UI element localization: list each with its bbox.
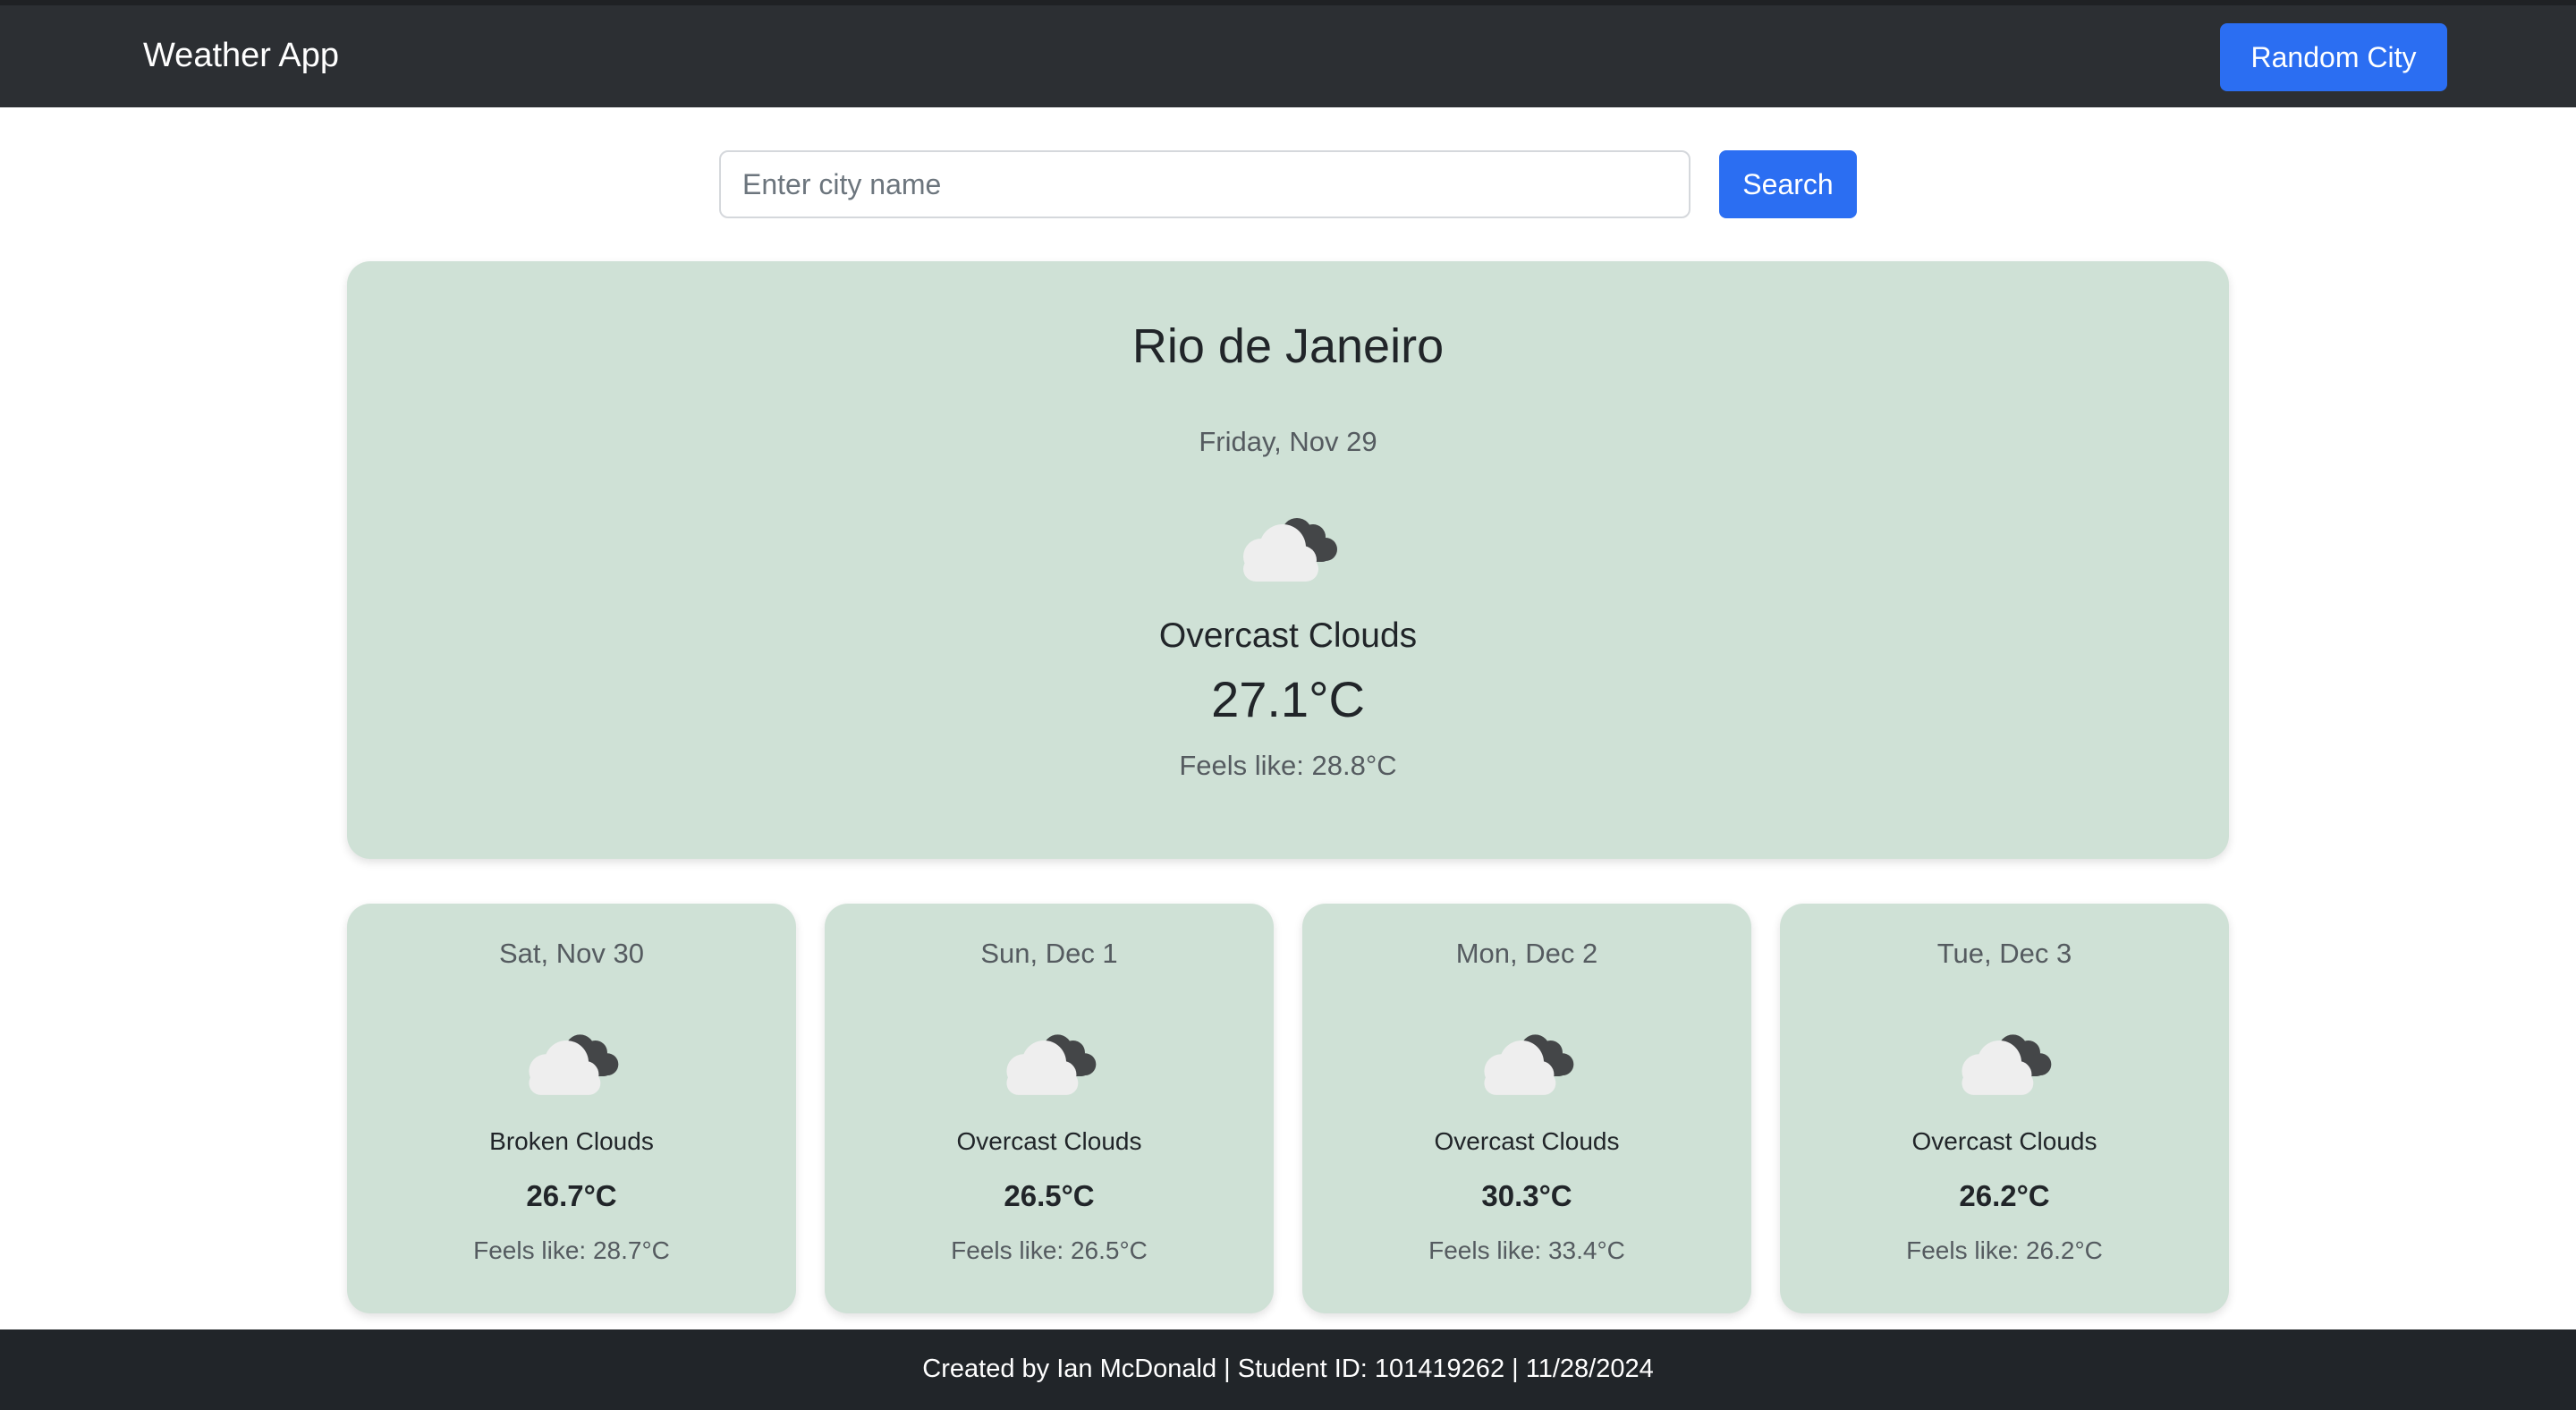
current-feels-like: Feels like: 28.8°C bbox=[1179, 750, 1397, 781]
forecast-card: Sun, Dec 1 Overcast Clouds 26.5°C Feels … bbox=[825, 904, 1274, 1313]
broken-clouds-icon bbox=[347, 1020, 796, 1097]
forecast-feels-like: Feels like: 26.5°C bbox=[951, 1236, 1148, 1264]
city-name: Rio de Janeiro bbox=[1131, 319, 1445, 373]
forecast-description: Overcast Clouds bbox=[1434, 1127, 1620, 1155]
forecast-description: Overcast Clouds bbox=[1911, 1127, 2097, 1155]
overcast-clouds-icon bbox=[347, 503, 2229, 583]
overcast-clouds-icon bbox=[825, 1020, 1274, 1097]
forecast-date: Sun, Dec 1 bbox=[980, 938, 1118, 969]
forecast-temperature: 26.7°C bbox=[526, 1179, 617, 1212]
forecast-feels-like: Feels like: 33.4°C bbox=[1428, 1236, 1625, 1264]
forecast-date: Sat, Nov 30 bbox=[499, 938, 644, 969]
forecast-temperature: 26.2°C bbox=[1959, 1179, 2050, 1212]
brand-title[interactable]: Weather App bbox=[143, 38, 339, 72]
city-search-input[interactable] bbox=[719, 150, 1690, 218]
overcast-clouds-icon bbox=[1780, 1020, 2229, 1097]
current-weather-card: Rio de Janeiro Friday, Nov 29 Overcast C… bbox=[347, 261, 2229, 859]
forecast-feels-like: Feels like: 26.2°C bbox=[1906, 1236, 2103, 1264]
random-city-button[interactable]: Random City bbox=[2220, 23, 2447, 91]
forecast-description: Broken Clouds bbox=[489, 1127, 654, 1155]
footer-credit-text: Created by Ian McDonald | Student ID: 10… bbox=[922, 1355, 1654, 1383]
forecast-card: Mon, Dec 2 Overcast Clouds 30.3°C Feels … bbox=[1302, 904, 1751, 1313]
forecast-temperature: 26.5°C bbox=[1004, 1179, 1095, 1212]
forecast-temperature: 30.3°C bbox=[1481, 1179, 1572, 1212]
forecast-description: Overcast Clouds bbox=[956, 1127, 1142, 1155]
current-temperature: 27.1°C bbox=[1211, 671, 1365, 727]
current-description: Overcast Clouds bbox=[1158, 616, 1418, 655]
footer: Created by Ian McDonald | Student ID: 10… bbox=[0, 1329, 2576, 1410]
navbar: Weather App Random City bbox=[0, 0, 2576, 107]
forecast-feels-like: Feels like: 28.7°C bbox=[473, 1236, 670, 1264]
current-date: Friday, Nov 29 bbox=[1199, 426, 1377, 457]
search-button[interactable]: Search bbox=[1719, 150, 1857, 218]
forecast-card: Sat, Nov 30 Broken Clouds 26.7°C Feels l… bbox=[347, 904, 796, 1313]
forecast-date: Mon, Dec 2 bbox=[1455, 938, 1598, 969]
overcast-clouds-icon bbox=[1302, 1020, 1751, 1097]
forecast-card: Tue, Dec 3 Overcast Clouds 26.2°C Feels … bbox=[1780, 904, 2229, 1313]
forecast-date: Tue, Dec 3 bbox=[1936, 938, 2072, 969]
